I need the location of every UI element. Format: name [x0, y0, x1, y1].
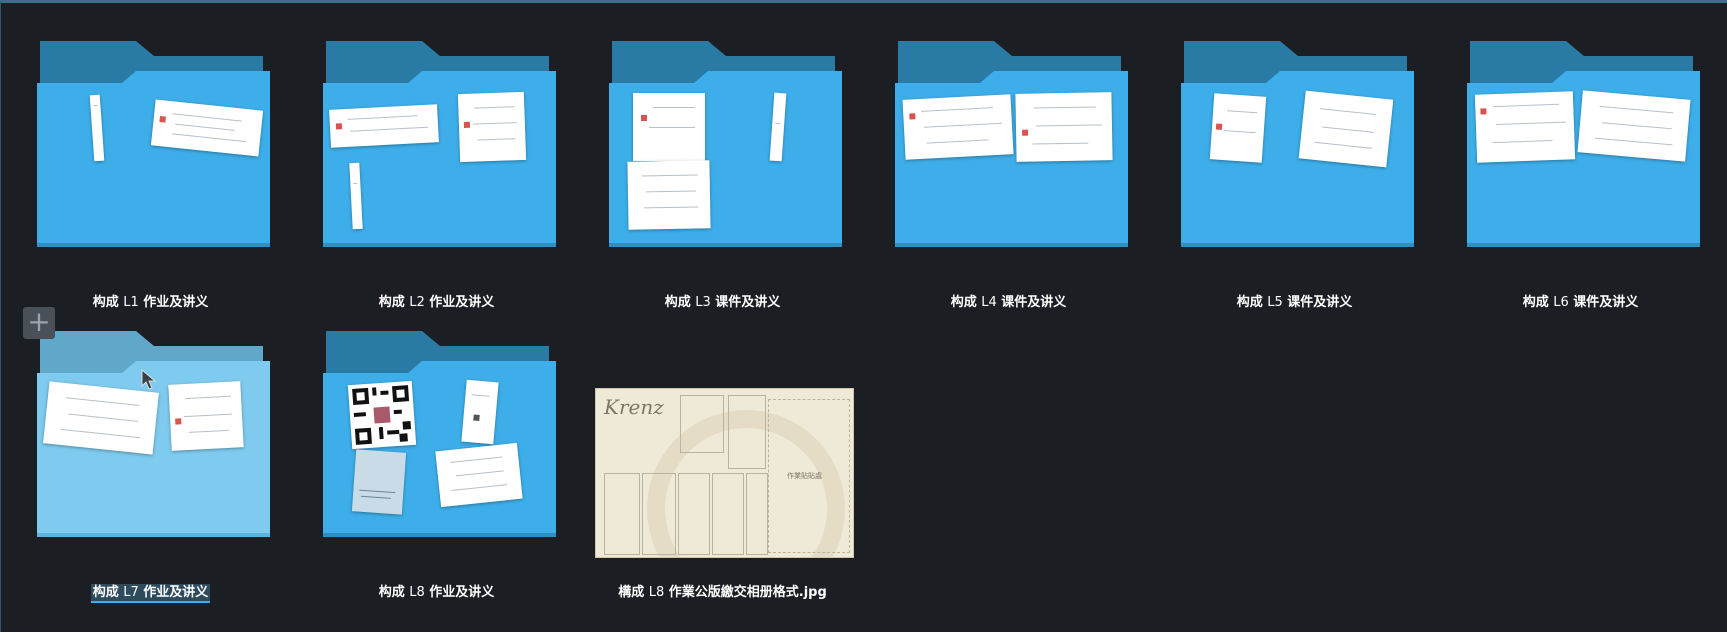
preview-box — [678, 473, 710, 555]
image-thumbnail[interactable]: Krenz 作業貼貼處 — [595, 388, 854, 558]
folder-item-l6[interactable]: 构成 L6 课件及讲义 — [1438, 25, 1723, 315]
preview-box — [712, 473, 744, 555]
folder-icon — [294, 25, 579, 265]
logo-text: Krenz — [604, 395, 664, 419]
folder-icon — [1152, 25, 1437, 265]
preview-box — [746, 473, 768, 555]
folder-label: 构成 L8 作业及讲义 — [378, 585, 495, 600]
preview-box — [604, 473, 640, 555]
file-view: 构成 L1 作业及讲义 构成 L2 作业及讲义 构成 L3 课件及讲义 构成 L… — [0, 0, 1727, 632]
folder-label: 构成 L5 课件及讲义 — [1236, 295, 1353, 310]
folder-item-l2[interactable]: 构成 L2 作业及讲义 — [294, 25, 579, 315]
preview-box — [642, 473, 676, 555]
folder-icon — [8, 25, 293, 265]
folder-label: 构成 L6 课件及讲义 — [1522, 295, 1639, 310]
folder-icon — [1438, 25, 1723, 265]
folder-item-l4[interactable]: 构成 L4 课件及讲义 — [866, 25, 1151, 315]
folder-label: 构成 L2 作业及讲义 — [378, 295, 495, 310]
mouse-pointer-icon — [141, 368, 157, 395]
file-label: 構成 L8 作業公版繳交相册格式.jpg — [618, 585, 827, 600]
folder-icon — [866, 25, 1151, 265]
folder-icon — [8, 315, 293, 555]
folder-item-l8[interactable]: 构成 L8 作业及讲义 — [294, 315, 579, 605]
folder-item-l7[interactable]: 构成 L7 作业及讲义 — [8, 315, 293, 605]
qr-code-icon — [352, 385, 412, 445]
folder-label: 构成 L7 作业及讲义 — [8, 581, 293, 603]
folder-label: 构成 L4 课件及讲义 — [950, 295, 1067, 310]
plus-icon: + — [27, 305, 51, 338]
folder-icon — [294, 315, 579, 555]
folder-item-l1[interactable]: 构成 L1 作业及讲义 — [8, 25, 293, 315]
folder-item-l5[interactable]: 构成 L5 课件及讲义 — [1152, 25, 1437, 315]
preview-box — [728, 395, 766, 469]
folder-label: 构成 L3 课件及讲义 — [664, 295, 781, 310]
preview-box — [680, 395, 724, 453]
folder-icon — [580, 25, 865, 265]
upload-area-label: 作業貼貼處 — [787, 472, 822, 480]
add-selection-button[interactable]: + — [23, 307, 55, 339]
folder-item-l3[interactable]: 构成 L3 课件及讲义 — [580, 25, 865, 315]
